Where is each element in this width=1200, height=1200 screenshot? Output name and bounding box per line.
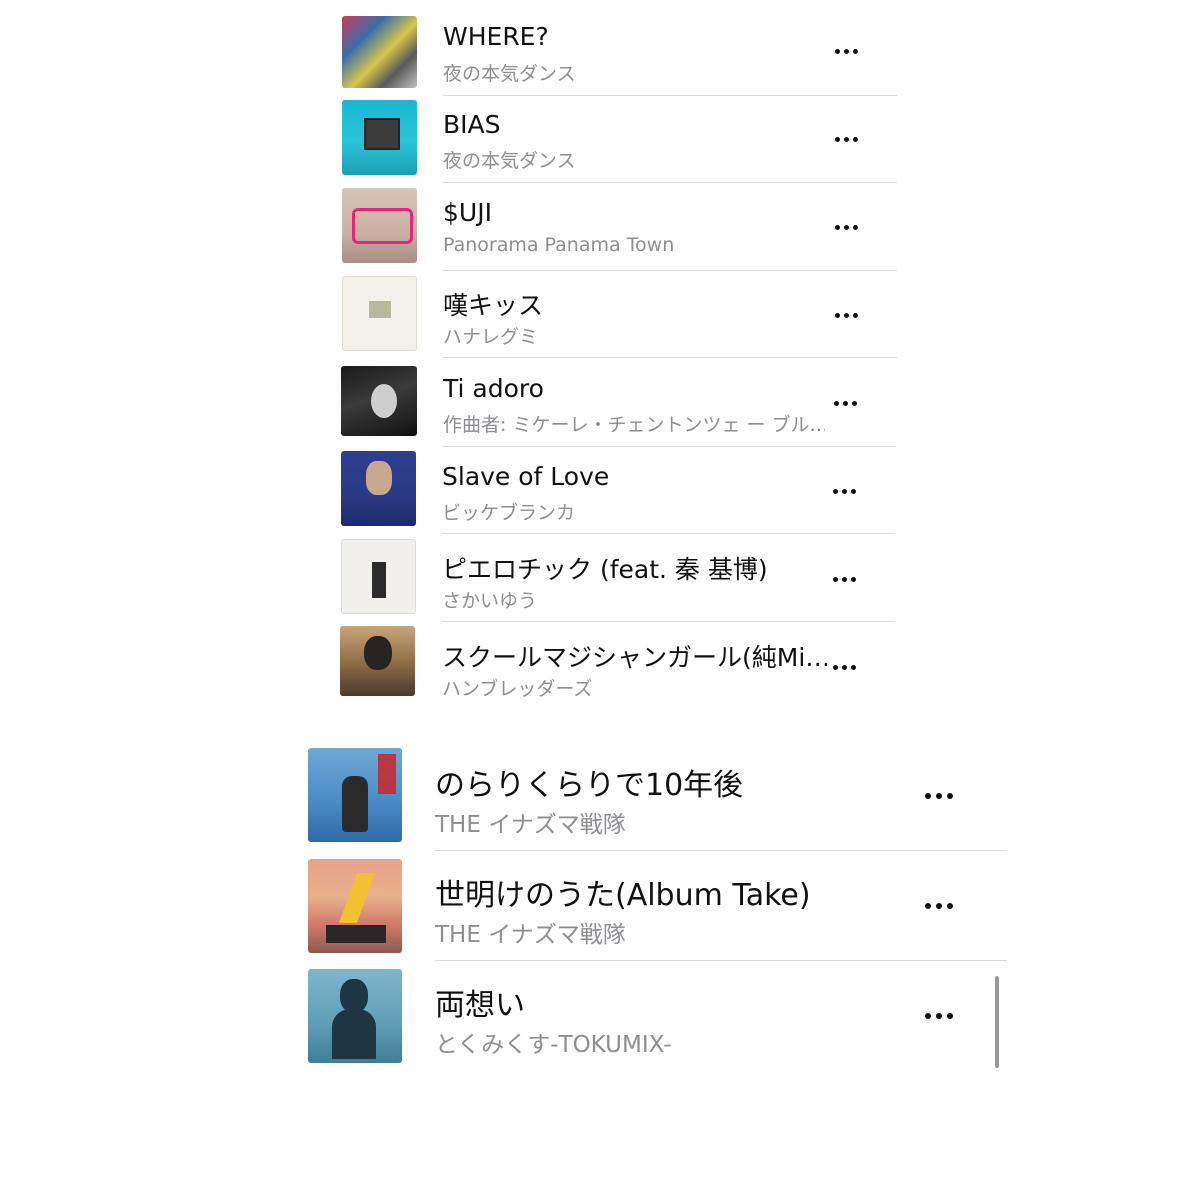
song-title: 両想い [435,988,525,1023]
song-artist: ハンブレッダーズ [442,678,593,700]
album-art [308,969,402,1063]
song-title: 嘆キッス [443,291,544,320]
album-art [342,16,417,88]
song-row[interactable]: 両想い とくみくす-TOKUMIX- [0,960,1200,1070]
album-art [308,859,402,953]
song-row[interactable]: Ti adoro 作曲者: ミケーレ・チェントンツェ ー ブル… [0,351,1200,447]
album-art [341,366,417,436]
more-options-button[interactable] [835,137,858,142]
song-artist: ビッケブランカ [442,502,576,524]
more-options-button[interactable] [834,401,857,406]
more-options-button[interactable] [833,489,856,494]
ellipsis-icon [835,313,840,318]
song-artist: 夜の本気ダンス [443,150,576,172]
ellipsis-icon [925,903,931,909]
song-artist: 作曲者: ミケーレ・チェントンツェ ー ブル… [443,414,825,436]
song-row[interactable]: ピエロチック (feat. 秦 基博) さかいゆう [0,527,1200,622]
ellipsis-icon [835,49,840,54]
album-art [342,188,417,263]
scrollbar[interactable] [995,976,999,1068]
more-options-button[interactable] [925,793,953,799]
song-title: 世明けのうた(Album Take) [435,878,811,913]
song-title: WHERE? [443,22,549,51]
song-title: $UJI [443,198,492,227]
song-artist: 夜の本気ダンス [443,63,576,85]
ellipsis-icon [835,225,840,230]
song-artist: Panorama Panama Town [443,234,675,256]
song-title: BIAS [443,110,501,139]
ellipsis-icon [925,1013,931,1019]
song-row[interactable]: $UJI Panorama Panama Town [0,175,1200,271]
album-art [342,276,417,351]
ellipsis-icon [925,793,931,799]
song-artist: ハナレグミ [443,326,539,348]
song-row[interactable]: のらりくらりで10年後 THE イナズマ戦隊 [0,740,1200,851]
song-row[interactable]: WHERE? 夜の本気ダンス [0,0,1200,96]
song-artist: THE イナズマ戦隊 [435,812,626,838]
more-options-button[interactable] [925,903,953,909]
song-title: Slave of Love [442,462,610,491]
ellipsis-icon [834,401,839,406]
song-title: のらりくらりで10年後 [435,768,744,803]
song-row[interactable]: スクールマジシャンガール(純Mi… ハンブレッダーズ [0,615,1200,703]
song-title: スクールマジシャンガール(純Mi… [442,643,827,672]
ellipsis-icon [835,137,840,142]
song-title: Ti adoro [443,374,544,403]
album-art [341,451,416,526]
album-art [340,626,415,696]
song-row[interactable]: Slave of Love ビッケブランカ [0,439,1200,534]
more-options-button[interactable] [925,1013,953,1019]
song-list-top: WHERE? 夜の本気ダンス BIAS 夜の本気ダンス $UJI Panoram… [0,0,1200,720]
album-art [341,539,416,614]
song-list-bottom: のらりくらりで10年後 THE イナズマ戦隊 世明けのうた(Album Take… [0,740,1200,1080]
song-artist: とくみくす-TOKUMIX- [435,1032,672,1058]
song-artist: THE イナズマ戦隊 [435,922,626,948]
ellipsis-icon [833,577,838,582]
album-art [342,100,417,175]
ellipsis-icon [833,665,838,670]
more-options-button[interactable] [833,577,856,582]
ellipsis-icon [833,489,838,494]
more-options-button[interactable] [835,49,858,54]
song-artist: さかいゆう [442,590,538,612]
song-title: ピエロチック (feat. 秦 基博) [442,555,768,584]
song-row[interactable]: BIAS 夜の本気ダンス [0,87,1200,183]
song-row[interactable]: 世明けのうた(Album Take) THE イナズマ戦隊 [0,850,1200,961]
more-options-button[interactable] [835,313,858,318]
more-options-button[interactable] [833,665,856,670]
album-art [308,748,402,842]
more-options-button[interactable] [835,225,858,230]
song-row[interactable]: 嘆キッス ハナレグミ [0,263,1200,358]
